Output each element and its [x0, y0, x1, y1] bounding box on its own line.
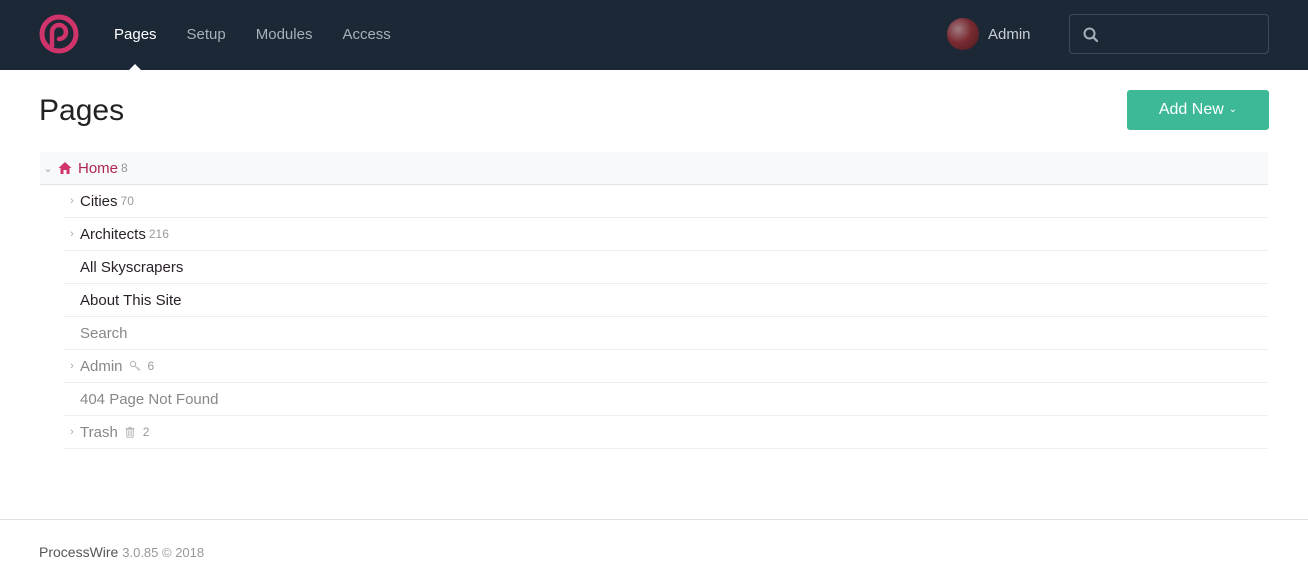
chevron-right-icon[interactable]: ›: [64, 426, 80, 438]
nav-access[interactable]: Access: [342, 0, 390, 70]
tree-item-label[interactable]: Architects: [80, 226, 146, 243]
child-count: 8: [121, 161, 128, 175]
child-count: 6: [147, 359, 155, 373]
user-menu[interactable]: Admin: [947, 18, 1031, 50]
nav-setup[interactable]: Setup: [187, 0, 226, 70]
tree-item-all-skyscrapers[interactable]: All Skyscrapers: [64, 251, 1268, 284]
main-nav: Pages Setup Modules Access: [114, 0, 421, 70]
tree-item-label[interactable]: 404 Page Not Found: [80, 391, 218, 408]
tree-item-label[interactable]: All Skyscrapers: [80, 259, 183, 276]
tree-item-admin[interactable]: › Admin 6: [64, 350, 1268, 383]
add-new-button[interactable]: Add New ⌄: [1127, 90, 1269, 130]
page-tree: ⌄ Home 8 › Cities 70 › Architects 216 Al…: [40, 152, 1268, 449]
footer-divider: [0, 519, 1308, 520]
child-count: 2: [142, 425, 150, 439]
tree-item-label[interactable]: Admin: [80, 358, 123, 375]
child-count: 216: [148, 227, 169, 241]
tree-item-trash[interactable]: › Trash 2: [64, 416, 1268, 449]
top-navbar: Pages Setup Modules Access Admin: [0, 0, 1308, 70]
user-name[interactable]: Admin: [988, 26, 1031, 43]
child-count: 70: [120, 194, 134, 208]
tree-item-label[interactable]: About This Site: [80, 292, 181, 309]
tree-item-label[interactable]: Trash: [80, 424, 118, 441]
page-title: Pages: [39, 94, 125, 127]
search-box[interactable]: [1069, 14, 1269, 54]
tree-item-label[interactable]: Home: [78, 160, 118, 177]
trash-icon: [125, 426, 135, 438]
chevron-right-icon[interactable]: ›: [64, 195, 80, 207]
tree-item-home[interactable]: ⌄ Home 8: [40, 152, 1268, 185]
avatar[interactable]: [947, 18, 979, 50]
search-input[interactable]: [1106, 15, 1266, 53]
tree-item-label[interactable]: Search: [80, 325, 128, 342]
processwire-logo-icon[interactable]: [39, 14, 79, 54]
tree-item-label[interactable]: Cities: [80, 193, 118, 210]
tree-item-404[interactable]: 404 Page Not Found: [64, 383, 1268, 416]
nav-pages[interactable]: Pages: [114, 0, 157, 70]
chevron-right-icon[interactable]: ›: [64, 360, 80, 372]
nav-modules[interactable]: Modules: [256, 0, 313, 70]
tree-item-architects[interactable]: › Architects 216: [64, 218, 1268, 251]
key-icon: [129, 360, 140, 371]
add-new-label: Add New: [1158, 101, 1224, 118]
home-icon: [58, 162, 72, 174]
tree-item-cities[interactable]: › Cities 70: [64, 185, 1268, 218]
footer: ProcessWire 3.0.85 © 2018: [39, 544, 204, 560]
tree-item-search[interactable]: Search: [64, 317, 1268, 350]
search-icon: [1083, 27, 1099, 43]
chevron-down-icon[interactable]: ⌄: [40, 162, 56, 175]
footer-version: 3.0.85 © 2018: [122, 545, 205, 560]
chevron-down-icon: ⌄: [1228, 103, 1238, 115]
chevron-right-icon[interactable]: ›: [64, 228, 80, 240]
tree-item-about-this-site[interactable]: About This Site: [64, 284, 1268, 317]
footer-product[interactable]: ProcessWire: [39, 544, 118, 560]
